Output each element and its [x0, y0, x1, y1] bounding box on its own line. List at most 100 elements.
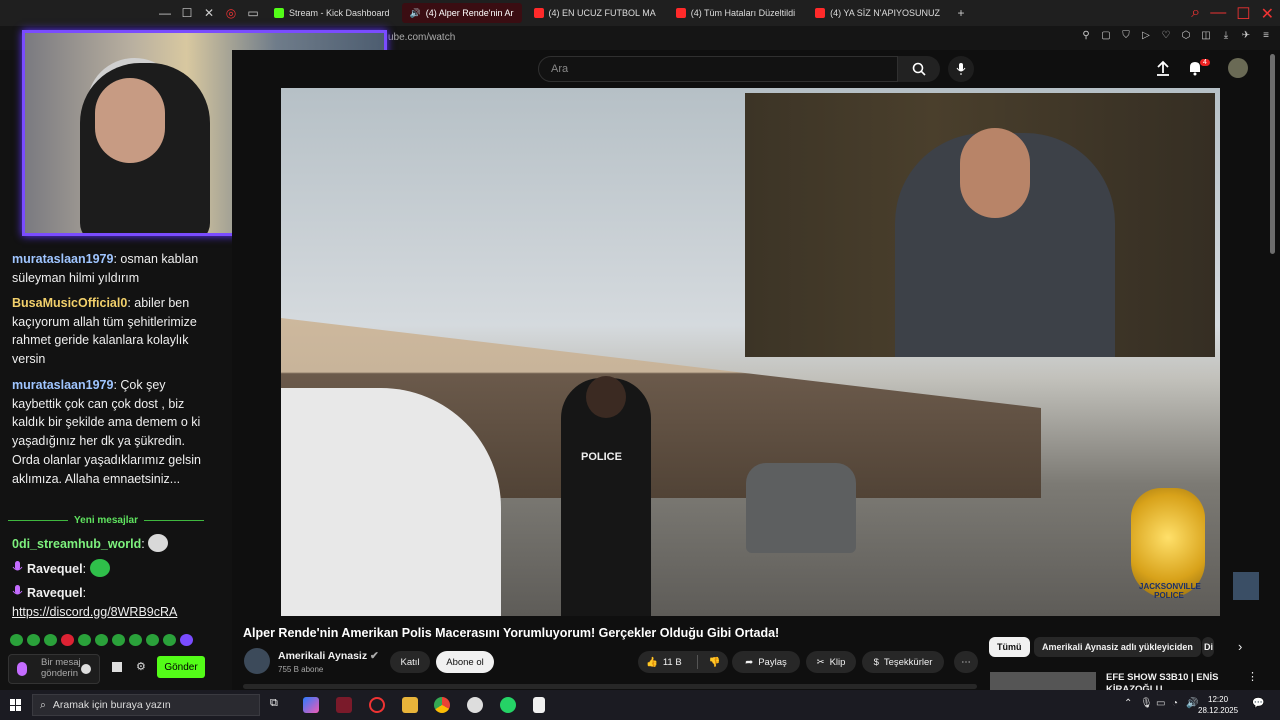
tab-video-4[interactable]: (4) YA SİZ N'APIYOSUNUZ — [807, 3, 948, 23]
menu-icon[interactable]: ≡ — [1260, 30, 1272, 41]
taskbar-search[interactable]: ⌕ Aramak için buraya yazın — [32, 694, 260, 716]
tray-chevron-icon[interactable]: ⌃ — [1124, 698, 1132, 709]
chip-all[interactable]: Tümü — [989, 637, 1030, 657]
dislike-icon[interactable]: 👎 — [709, 657, 721, 668]
emote-icon[interactable] — [61, 634, 74, 646]
file-explorer-icon[interactable] — [402, 697, 418, 713]
voice-search-button[interactable] — [948, 56, 974, 82]
play-icon[interactable]: ▷ — [1140, 30, 1152, 41]
chrome-icon[interactable] — [434, 697, 450, 713]
app-icon-2[interactable] — [467, 697, 483, 713]
subscribe-button[interactable]: Abone ol — [436, 651, 494, 673]
display-icon[interactable]: ▭ — [1156, 698, 1165, 709]
app-icon[interactable] — [336, 697, 352, 713]
taskbar-search-placeholder: Aramak için buraya yazın — [52, 699, 171, 711]
emote-icon — [89, 559, 110, 577]
tab-video-3[interactable]: (4) Tüm Hataları Düzeltildi — [668, 3, 803, 23]
account-avatar[interactable] — [1228, 58, 1248, 78]
windows-taskbar: ⌕ Aramak için buraya yazın ⧉ ⌃ 🎙 ▭ ◔ 🔊 12… — [0, 690, 1280, 720]
chat-username[interactable]: murataslaan1979 — [12, 378, 113, 392]
kebab-icon[interactable]: ⋮ — [1247, 670, 1258, 683]
new-tab-icon[interactable]: + — [952, 4, 970, 22]
chip-uploader[interactable]: Amerikali Aynasiz adlı yükleyiciden — [1034, 637, 1201, 657]
gift-icon[interactable] — [112, 662, 122, 672]
emote-icon[interactable] — [129, 634, 142, 646]
video-player[interactable]: POLICE JACKSONVILLE POLICE — [281, 88, 1220, 616]
url-text[interactable]: ube.com/watch — [388, 32, 455, 43]
channel-name[interactable]: Amerikali Aynasiz ✔ — [278, 650, 379, 662]
tab-active-video[interactable]: 🔊 (4) Alper Rende'nin Ar — [401, 3, 522, 23]
chat-username[interactable]: murataslaan1979 — [12, 252, 113, 266]
screenshot-icon[interactable]: ▢ — [1100, 30, 1112, 41]
tab-label: (4) Alper Rende'nin Ar — [425, 8, 514, 18]
chat-username[interactable]: Ravequel — [27, 562, 83, 576]
extensions-icon[interactable]: ⬡ — [1180, 30, 1192, 41]
channel-avatar[interactable] — [244, 648, 270, 674]
heart-icon[interactable]: ♡ — [1160, 30, 1172, 41]
copilot-icon[interactable] — [303, 697, 319, 713]
send-button[interactable]: Gönder — [157, 656, 205, 678]
opera-icon[interactable] — [369, 697, 385, 713]
upload-icon[interactable] — [1156, 60, 1170, 76]
speaker-icon: 🔊 — [409, 7, 421, 18]
emote-icon[interactable] — [78, 634, 91, 646]
window-minimize-icon[interactable]: — — [1210, 4, 1226, 24]
emote-icon[interactable] — [44, 634, 57, 646]
whatsapp-icon[interactable] — [500, 697, 516, 713]
scrollbar[interactable] — [1270, 54, 1275, 254]
emote-icon[interactable] — [10, 634, 23, 646]
emote-icon[interactable] — [146, 634, 159, 646]
search-tabs-icon[interactable]: ⌕ — [1191, 4, 1200, 24]
tab-label: (4) Tüm Hataları Düzeltildi — [690, 8, 796, 18]
mic-tray-icon[interactable]: 🎙 — [1140, 698, 1153, 709]
emote-icon[interactable] — [112, 634, 125, 646]
progress-bar[interactable] — [243, 684, 977, 689]
minimize-icon[interactable]: — — [156, 4, 174, 22]
ai-icon[interactable]: ✈ — [1240, 30, 1252, 41]
window-maximize-icon[interactable]: ☐ — [1236, 4, 1250, 24]
emote-icon[interactable] — [95, 634, 108, 646]
volume-icon[interactable]: 🔊 — [1186, 698, 1198, 709]
thanks-button[interactable]: $ Teşekkürler — [862, 651, 944, 673]
emote-icon[interactable] — [163, 634, 176, 646]
window-close-icon[interactable]: ✕ — [1261, 4, 1274, 24]
emote-icon[interactable] — [27, 634, 40, 646]
chat-username[interactable]: 0di_streamhub_world — [12, 537, 141, 551]
like-icon[interactable]: 👍 — [646, 657, 658, 668]
chat-username[interactable]: Ravequel — [27, 586, 83, 600]
chevron-right-icon[interactable]: › — [1238, 639, 1242, 654]
tab-kick-dashboard[interactable]: Stream - Kick Dashboard — [266, 3, 398, 23]
notification-icon[interactable]: 💬 — [1252, 698, 1264, 709]
chat-input[interactable]: Bir mesaj gönderin — [8, 654, 100, 684]
search-input[interactable]: Ara — [538, 56, 898, 82]
clip-button[interactable]: ✂ Klip — [806, 651, 856, 673]
mic-badge-icon — [12, 560, 23, 576]
recommended-thumbnail[interactable] — [990, 672, 1096, 690]
toolbar-icons: ⚲ ▢ ⛉ ▷ ♡ ⬡ ◫ ⤓ ✈ ≡ — [1080, 30, 1272, 41]
maximize-icon[interactable]: ☐ — [178, 4, 196, 22]
search-button[interactable] — [898, 56, 940, 82]
tab-video-2[interactable]: (4) EN UCUZ FUTBOL MA — [526, 3, 664, 23]
taskbar-clock[interactable]: 12:20 28.12.2025 — [1198, 694, 1238, 716]
start-button[interactable] — [10, 699, 22, 711]
notepad-icon[interactable] — [533, 697, 545, 713]
mini-thumbnail[interactable] — [1233, 572, 1259, 600]
camera-icon[interactable]: ◫ — [1200, 30, 1212, 41]
chat-username[interactable]: BusaMusicOfficial0 — [12, 296, 127, 310]
wifi-icon[interactable]: ◔ — [1172, 698, 1178, 709]
emoji-icon[interactable] — [81, 664, 91, 674]
join-button[interactable]: Katıl — [390, 651, 430, 673]
share-button[interactable]: ➦ Paylaş — [732, 651, 800, 673]
task-view-icon[interactable]: ⧉ — [270, 697, 286, 713]
shield-icon[interactable]: ⛉ — [1120, 30, 1132, 41]
download-icon[interactable]: ⤓ — [1220, 30, 1232, 41]
tab-overview-icon[interactable]: ▭ — [244, 4, 262, 22]
like-count[interactable]: 11 B — [663, 657, 682, 668]
chat-link[interactable]: https://discord.gg/8WRB9cRA — [12, 605, 177, 619]
settings-icon[interactable]: ⚙ — [136, 660, 146, 673]
more-actions-button[interactable]: ⋯ — [954, 651, 978, 673]
emote-icon[interactable] — [180, 634, 193, 646]
chip-more[interactable]: Di — [1202, 637, 1214, 657]
pin-icon[interactable]: ⚲ — [1080, 30, 1092, 41]
close-icon[interactable]: ✕ — [200, 4, 218, 22]
